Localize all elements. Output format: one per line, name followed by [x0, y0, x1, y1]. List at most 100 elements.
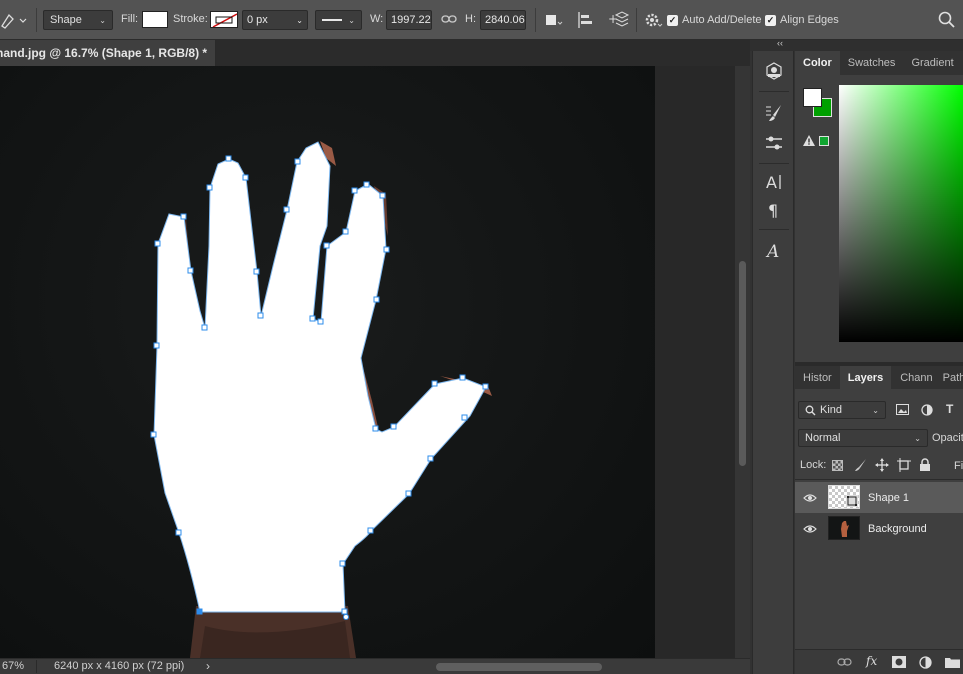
svg-text:A: A	[766, 173, 777, 192]
link-icon[interactable]	[441, 13, 457, 25]
lock-transparent-icon[interactable]	[832, 460, 843, 471]
width-value: 1997.22	[391, 14, 431, 26]
canvas-area[interactable]	[0, 66, 735, 658]
path-arrangement-icon[interactable]: +	[608, 10, 630, 30]
tab-channels[interactable]: Chann	[891, 366, 938, 390]
document-tab[interactable]: hand.jpg @ 16.7% (Shape 1, RGB/8) *	[0, 40, 216, 66]
tab-swatches[interactable]: Swatches	[840, 51, 904, 75]
horizontal-scroll-thumb[interactable]	[436, 663, 602, 671]
shape-1-vector[interactable]	[153, 141, 487, 613]
width-label: W:	[370, 13, 384, 25]
tool-mode-dropdown[interactable]: Shape ⌄	[43, 10, 113, 30]
layer-row-shape-1[interactable]: Shape 1	[795, 482, 963, 513]
layer-filter-dropdown[interactable]: Kind ⌄	[798, 401, 886, 419]
height-value: 2840.06	[485, 14, 525, 26]
auto-add-delete-checkbox[interactable]: ✓ Auto Add/Delete	[667, 14, 762, 26]
color-picker-field[interactable]	[839, 85, 963, 342]
zoom-level[interactable]: 67%	[2, 660, 24, 672]
panel-collapse-bar: ‹‹	[750, 38, 963, 51]
collapse-panels-icon[interactable]: ‹‹	[777, 38, 783, 48]
opacity-label: Opacit	[932, 432, 963, 444]
tab-color[interactable]: Color	[795, 51, 840, 75]
path-operations-icon[interactable]	[545, 13, 563, 27]
tool-mode-label: Shape	[50, 14, 82, 26]
layer-filter-kind: Kind	[820, 404, 843, 416]
link-layers-icon[interactable]	[837, 657, 852, 670]
pen-tool-preset-icon[interactable]	[0, 10, 30, 30]
layers-panel: Histor Layers Chann Paths Kind ⌄ T Norma…	[795, 366, 963, 674]
adjustments-sliders-icon[interactable]	[761, 131, 787, 155]
auto-add-delete-label: Auto Add/Delete	[682, 14, 762, 26]
panel-icon-strip: A ¶ A	[752, 51, 794, 674]
blend-mode-value: Normal	[805, 432, 841, 444]
align-edges-label: Align Edges	[780, 14, 839, 26]
character-panel-icon[interactable]: A	[761, 170, 787, 194]
width-field[interactable]: 1997.22	[386, 10, 432, 30]
document-tab-title: hand.jpg @ 16.7% (Shape 1, RGB/8) *	[0, 46, 208, 60]
filter-adjustment-icon[interactable]	[921, 404, 933, 419]
search-icon	[805, 405, 816, 415]
stroke-width-value: 0 px	[247, 14, 268, 26]
status-bar: 67% 6240 px x 4160 px (72 ppi) ›	[0, 658, 750, 674]
layer-name[interactable]: Shape 1	[868, 492, 909, 504]
shape-layer-thumbnail[interactable]	[828, 485, 860, 509]
out-of-gamut-swatch[interactable]	[819, 136, 829, 146]
document-info[interactable]: 6240 px x 4160 px (72 ppi)	[54, 660, 184, 672]
auto-add-delete-check-icon: ✓	[667, 14, 678, 26]
align-edges-check-icon: ✓	[765, 14, 776, 26]
add-mask-icon[interactable]	[892, 656, 906, 671]
align-edges-checkbox[interactable]: ✓ Align Edges	[765, 14, 839, 26]
3d-materials-icon[interactable]	[761, 59, 787, 83]
lock-position-move-icon[interactable]	[875, 458, 889, 475]
layer-effects-fx-icon[interactable]: fx	[866, 654, 877, 668]
layers-panel-tabs: Histor Layers Chann Paths	[795, 366, 963, 390]
fill-label: Fi	[954, 460, 963, 472]
options-bar: Shape ⌄ Fill: Stroke: 0 px ⌄ ⌄ W: 1997.22 …	[0, 0, 963, 40]
status-menu-arrow-icon[interactable]: ›	[206, 659, 210, 673]
lock-all-icon[interactable]	[919, 458, 931, 475]
brush-settings-icon[interactable]	[761, 101, 787, 125]
paragraph-panel-icon[interactable]: ¶	[761, 198, 787, 222]
stroke-swatch[interactable]	[210, 11, 238, 28]
lock-artboard-icon[interactable]	[897, 458, 911, 475]
visibility-eye-icon[interactable]	[803, 493, 817, 503]
vertical-scroll-thumb[interactable]	[739, 261, 746, 466]
new-group-folder-icon[interactable]	[945, 656, 960, 671]
lock-label: Lock:	[800, 459, 827, 471]
layer-name[interactable]: Background	[868, 523, 927, 535]
vertical-scrollbar[interactable]	[735, 66, 750, 658]
foreground-color-swatch[interactable]	[803, 88, 822, 107]
blend-mode-dropdown[interactable]: Normal ⌄	[798, 429, 928, 447]
color-panel: Color Swatches Gradient P	[795, 51, 963, 362]
stroke-line-icon	[322, 19, 343, 21]
tab-layers[interactable]: Layers	[839, 366, 892, 390]
color-panel-tabs: Color Swatches Gradient P	[795, 51, 963, 75]
document-image	[0, 66, 655, 658]
stroke-width-field[interactable]: 0 px ⌄	[242, 10, 308, 30]
stroke-type-dropdown[interactable]: ⌄	[315, 10, 362, 30]
layer-row-background[interactable]: Background	[795, 513, 963, 544]
visibility-eye-icon[interactable]	[803, 524, 817, 534]
vector-shape-badge-icon	[846, 495, 858, 507]
fill-label: Fill:	[121, 13, 139, 25]
tab-paths[interactable]: Paths	[939, 366, 963, 390]
adjustment-layer-icon[interactable]	[919, 656, 932, 672]
gamut-warning-icon[interactable]	[803, 135, 815, 149]
glyphs-panel-icon[interactable]: A	[761, 239, 787, 263]
height-field[interactable]: 2840.06	[480, 10, 526, 30]
path-alignment-icon[interactable]	[576, 11, 594, 29]
filter-pixel-icon[interactable]	[896, 404, 909, 418]
tab-gradient[interactable]: Gradient	[903, 51, 961, 75]
fill-swatch[interactable]	[142, 11, 168, 28]
stroke-label: Stroke:	[173, 13, 208, 25]
height-label: H:	[465, 13, 476, 25]
settings-gear-icon[interactable]	[644, 11, 664, 29]
lock-image-brush-icon[interactable]	[853, 458, 867, 475]
tab-history[interactable]: Histor	[795, 366, 840, 390]
background-layer-thumbnail[interactable]	[828, 516, 860, 540]
filter-type-icon[interactable]: T	[946, 402, 953, 416]
search-icon[interactable]	[938, 11, 956, 29]
svg-text:A: A	[765, 242, 779, 261]
svg-text:¶: ¶	[768, 201, 778, 220]
tab-bar-empty-area	[216, 40, 750, 66]
